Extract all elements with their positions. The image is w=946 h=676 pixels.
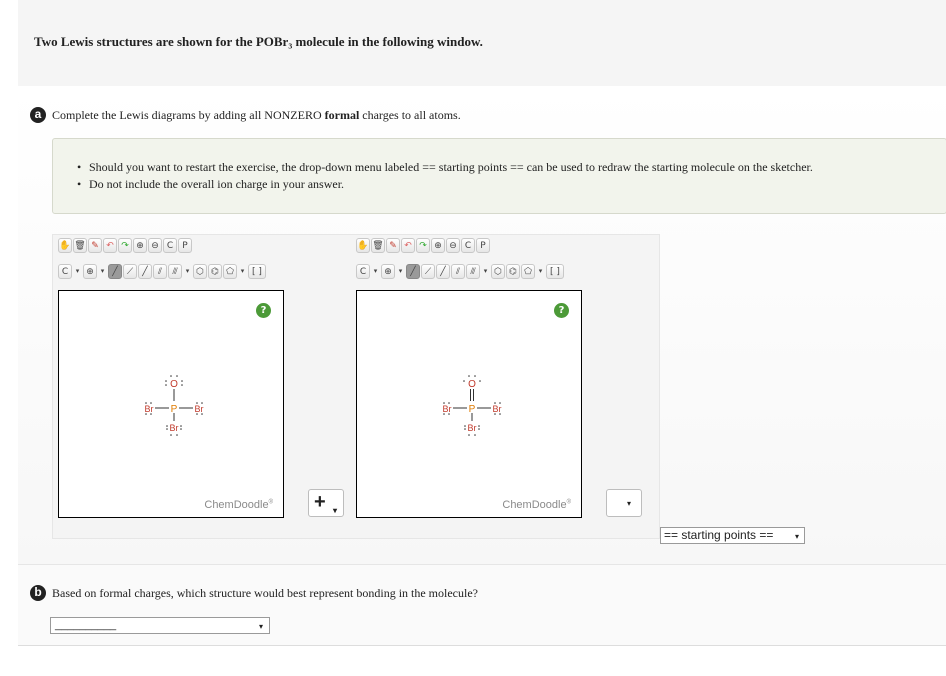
chevron-down-icon[interactable]: ▾	[396, 264, 405, 279]
chevron-down-icon[interactable]: ▾	[536, 264, 545, 279]
help-icon[interactable]: ?	[256, 303, 271, 318]
single-bond-icon[interactable]: ╱	[108, 264, 122, 279]
double-bond-icon[interactable]: ⫽	[451, 264, 465, 279]
brand-name: ChemDoodle	[502, 499, 567, 511]
undo-icon[interactable]: ↶	[103, 238, 117, 253]
toolbar-row-2: C ▾ ⊕ ▾ ╱ ⟋ ╱ ⫽ ⫻ ▾ ⬡ ⌬ ⬠ ▾ [ ]±	[58, 264, 266, 279]
eraser-icon[interactable]: ✎	[88, 238, 102, 253]
undo-icon[interactable]: ↶	[401, 238, 415, 253]
chevron-down-icon: ▾	[626, 499, 631, 508]
chevron-down-icon: ▾	[332, 506, 337, 515]
cyclohexane-icon[interactable]: ⬡	[491, 264, 505, 279]
chevron-down-icon[interactable]: ▾	[73, 264, 82, 279]
hand-icon[interactable]: ✋	[58, 238, 72, 253]
trash-icon[interactable]: 🗑	[371, 238, 385, 253]
sketcher-1: ✋ 🗑 ✎ ↶ ↷ ⊕ ⊖ C P C ▾ ⊕ ▾ ╱ ⟋ ╱ ⫽ ⫻ ▾ ⬡ …	[58, 238, 284, 518]
atom-label: P	[171, 404, 178, 415]
chevron-down-icon[interactable]: ▾	[481, 264, 490, 279]
redo-icon[interactable]: ↷	[118, 238, 132, 253]
hint-item-restart: Should you want to restart the exercise,…	[77, 159, 813, 176]
bracket-button[interactable]: [ ]±	[248, 264, 266, 279]
atom-label: Br	[170, 423, 179, 433]
part-a-question: Complete the Lewis diagrams by adding al…	[52, 108, 461, 123]
starting-points-select[interactable]: == starting points == ▾	[660, 527, 805, 544]
part-a-badge: a	[30, 107, 46, 123]
atom-label: O	[170, 379, 178, 390]
sketcher-canvas-2[interactable]: ? O P Br Br Br ChemDoodle®	[356, 290, 582, 518]
starting-points-label: == starting points ==	[664, 528, 774, 542]
part-b-question: Based on formal charges, which structure…	[52, 586, 478, 600]
hand-icon[interactable]: ✋	[356, 238, 370, 253]
triple-bond-icon[interactable]: ⫻	[466, 264, 480, 279]
atom-label: Br	[493, 404, 502, 414]
question-text-end: charges to all atoms.	[359, 108, 461, 122]
clean-button[interactable]: C	[461, 238, 475, 253]
atom-label: Br	[145, 404, 154, 414]
paste-button[interactable]: P	[476, 238, 490, 253]
chevron-down-icon: ▾	[794, 532, 799, 541]
chevron-down-icon[interactable]: ▾	[98, 264, 107, 279]
sketcher-canvas-1[interactable]: ? O P Br Br Br ChemDoodle®	[58, 290, 284, 518]
toolbar-row-1: ✋ 🗑 ✎ ↶ ↷ ⊕ ⊖ C P	[356, 238, 490, 253]
page-title: Two Lewis structures are shown for the P…	[34, 34, 483, 49]
molecule-structure-2[interactable]: O P Br Br Br	[439, 375, 505, 444]
question-text: Complete the Lewis diagrams by adding al…	[52, 108, 325, 122]
bold-bond-icon[interactable]: ╱	[436, 264, 450, 279]
atom-label: Br	[468, 423, 477, 433]
pentagon-icon[interactable]: ⬠	[223, 264, 237, 279]
chevron-down-icon[interactable]: ▾	[183, 264, 192, 279]
zoom-out-icon[interactable]: ⊖	[446, 238, 460, 253]
chevron-down-icon[interactable]: ▾	[238, 264, 247, 279]
eraser-icon[interactable]: ✎	[386, 238, 400, 253]
chemdoodle-brand: ChemDoodle®	[204, 499, 273, 511]
cyclohexane-icon[interactable]: ⬡	[193, 264, 207, 279]
zoom-in-icon[interactable]: ⊕	[431, 238, 445, 253]
benzene-icon[interactable]: ⌬	[506, 264, 520, 279]
best-structure-select[interactable]: __________ ▾	[50, 617, 270, 634]
double-bond-icon[interactable]: ⫽	[153, 264, 167, 279]
atom-label: O	[468, 379, 476, 390]
header-panel: Two Lewis structures are shown for the P…	[18, 0, 946, 86]
bold-bond-icon[interactable]: ╱	[138, 264, 152, 279]
chemdoodle-brand: ChemDoodle®	[502, 499, 571, 511]
brand-mark: ®	[566, 499, 571, 506]
trash-icon[interactable]: 🗑	[73, 238, 87, 253]
element-button[interactable]: C	[58, 264, 72, 279]
atom-label: Br	[195, 404, 204, 414]
part-b-badge: b	[30, 585, 46, 601]
toolbar-row-2: C ▾ ⊕ ▾ ╱ ⟋ ╱ ⫽ ⫻ ▾ ⬡ ⌬ ⬠ ▾ [ ]±	[356, 264, 564, 279]
chevron-down-icon: ▾	[258, 622, 263, 631]
structure-select[interactable]: ▾	[606, 489, 642, 517]
wedge-bond-icon[interactable]: ⟋	[421, 264, 435, 279]
brand-name: ChemDoodle	[204, 499, 269, 511]
benzene-icon[interactable]: ⌬	[208, 264, 222, 279]
sketcher-2: ✋ 🗑 ✎ ↶ ↷ ⊕ ⊖ C P C ▾ ⊕ ▾ ╱ ⟋ ╱ ⫽ ⫻ ▾ ⬡ …	[356, 238, 582, 518]
hint-box: Should you want to restart the exercise,…	[52, 138, 946, 214]
wedge-bond-icon[interactable]: ⟋	[123, 264, 137, 279]
charge-icon[interactable]: ⊕	[381, 264, 395, 279]
toolbar-row-1: ✋ 🗑 ✎ ↶ ↷ ⊕ ⊖ C P	[58, 238, 192, 253]
triple-bond-icon[interactable]: ⫻	[168, 264, 182, 279]
bracket-button[interactable]: [ ]±	[546, 264, 564, 279]
paste-button[interactable]: P	[178, 238, 192, 253]
element-button[interactable]: C	[356, 264, 370, 279]
charge-icon[interactable]: ⊕	[83, 264, 97, 279]
help-icon[interactable]: ?	[554, 303, 569, 318]
best-structure-value: __________	[55, 619, 117, 631]
redo-icon[interactable]: ↷	[416, 238, 430, 253]
hint-item-no-ion-charge: Do not include the overall ion charge in…	[77, 176, 813, 193]
plus-icon: +	[314, 491, 326, 513]
question-bold: formal	[324, 108, 360, 122]
atom-label: P	[469, 404, 476, 415]
zoom-out-icon[interactable]: ⊖	[148, 238, 162, 253]
brand-mark: ®	[268, 499, 273, 506]
zoom-in-icon[interactable]: ⊕	[133, 238, 147, 253]
pentagon-icon[interactable]: ⬠	[521, 264, 535, 279]
atom-label: Br	[443, 404, 452, 414]
molecule-structure-1[interactable]: O P Br Br Br	[141, 375, 207, 444]
add-structure-button[interactable]: + ▾	[308, 489, 344, 517]
clean-button[interactable]: C	[163, 238, 177, 253]
single-bond-icon[interactable]: ╱	[406, 264, 420, 279]
chevron-down-icon[interactable]: ▾	[371, 264, 380, 279]
